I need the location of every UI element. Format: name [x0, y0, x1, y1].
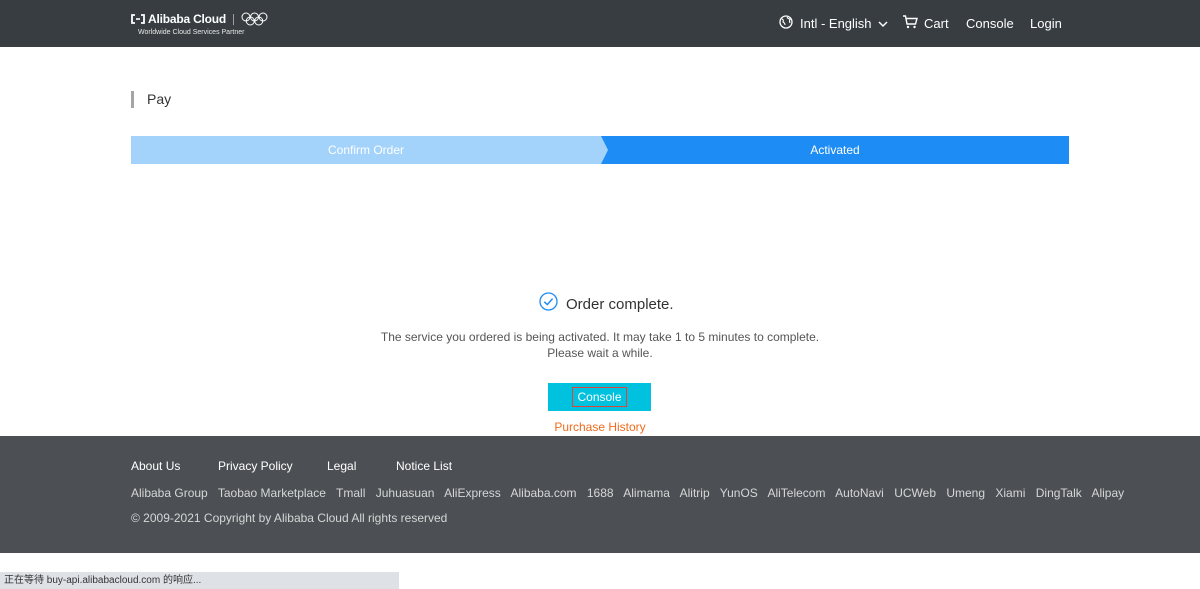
language-label: Intl - English	[800, 16, 872, 31]
step-activated: Activated	[601, 136, 1069, 164]
purchase-history-link[interactable]: Purchase History	[0, 420, 1200, 434]
footer-partner-links: Alibaba Group Taobao Marketplace Tmall J…	[131, 486, 1131, 500]
console-button[interactable]: Console	[548, 383, 651, 411]
footer: About Us Privacy Policy Legal Notice Lis…	[0, 436, 1200, 553]
logo-text: Alibaba Cloud	[148, 12, 227, 26]
footer-privacy-policy[interactable]: Privacy Policy	[218, 459, 293, 473]
cart-link[interactable]: Cart	[902, 0, 949, 47]
footer-link[interactable]: DingTalk	[1036, 486, 1082, 500]
olympic-rings-icon	[241, 12, 268, 26]
step-arrow	[601, 136, 608, 164]
footer-link[interactable]: Alitrip	[680, 486, 710, 500]
progress-steps: Confirm Order Activated	[131, 136, 1069, 164]
check-circle-icon	[539, 292, 558, 316]
footer-link[interactable]: Alipay	[1091, 486, 1124, 500]
footer-about-us[interactable]: About Us	[131, 459, 180, 473]
footer-link[interactable]: AliExpress	[444, 486, 501, 500]
footer-notice-list[interactable]: Notice List	[396, 459, 452, 473]
page-title: Pay	[147, 91, 172, 107]
browser-status-bar: 正在等待 buy-api.alibabacloud.com 的响应...	[0, 572, 399, 589]
copyright: © 2009-2021 Copyright by Alibaba Cloud A…	[131, 511, 448, 525]
alibaba-cloud-logo[interactable]: Alibaba Cloud Worldwide Cloud Services P…	[131, 11, 268, 36]
language-selector[interactable]: Intl - English	[779, 0, 888, 47]
footer-link[interactable]: YunOS	[720, 486, 758, 500]
cart-label: Cart	[924, 16, 949, 31]
footer-link[interactable]: AutoNavi	[835, 486, 884, 500]
footer-legal[interactable]: Legal	[327, 459, 356, 473]
footer-link[interactable]: Tmall	[336, 486, 365, 500]
footer-link[interactable]: Juhuasuan	[376, 486, 435, 500]
footer-link[interactable]: Alimama	[623, 486, 670, 500]
logo-tagline: Worldwide Cloud Services Partner	[138, 29, 245, 36]
activation-message: The service you ordered is being activat…	[380, 330, 820, 344]
wait-message: Please wait a while.	[547, 346, 653, 360]
footer-link[interactable]: Umeng	[946, 486, 985, 500]
step-confirm-order: Confirm Order	[131, 136, 601, 164]
logo-divider	[233, 13, 235, 25]
chevron-down-icon	[878, 16, 888, 31]
globe-icon	[779, 15, 793, 32]
footer-link[interactable]: Taobao Marketplace	[218, 486, 326, 500]
footer-link[interactable]: UCWeb	[894, 486, 936, 500]
cart-icon	[902, 15, 918, 32]
login-link[interactable]: Login	[1030, 0, 1062, 47]
order-complete-heading: Order complete.	[539, 292, 674, 316]
title-accent-bar	[131, 91, 134, 108]
footer-link[interactable]: Alibaba.com	[510, 486, 576, 500]
footer-link[interactable]: Alibaba Group	[131, 486, 208, 500]
alibaba-cloud-logo-icon	[131, 14, 145, 24]
footer-link[interactable]: Xiami	[995, 486, 1025, 500]
header-console-link[interactable]: Console	[966, 0, 1014, 47]
order-complete-text: Order complete.	[566, 295, 674, 313]
console-button-label: Console	[572, 387, 627, 407]
footer-link[interactable]: 1688	[587, 486, 614, 500]
top-navigation-bar: Alibaba Cloud Worldwide Cloud Services P…	[0, 0, 1200, 47]
footer-link[interactable]: AliTelecom	[767, 486, 825, 500]
